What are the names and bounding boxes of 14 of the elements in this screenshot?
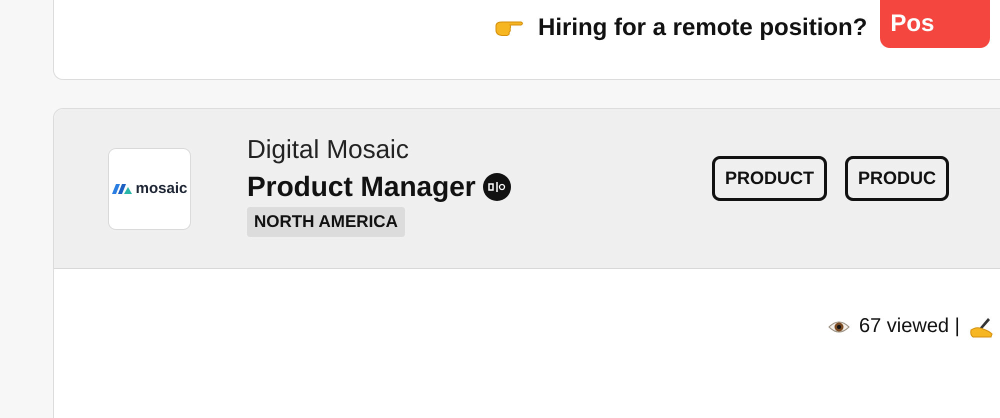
view-count: 67 viewed | (859, 315, 960, 338)
logo-mark-icon (112, 184, 132, 194)
post-job-button[interactable]: Pos (880, 0, 990, 48)
company-logo[interactable]: mosaic (108, 148, 191, 230)
hiring-prompt: Hiring for a remote position? (538, 14, 868, 42)
eye-icon (828, 320, 850, 334)
job-title[interactable]: Product Manager (247, 171, 476, 203)
category-tag[interactable]: PRODUC (845, 156, 950, 201)
region-tag[interactable]: NORTH AMERICA (247, 207, 405, 237)
company-name: Digital Mosaic (247, 134, 409, 165)
logo-wordmark: mosaic (136, 180, 188, 197)
category-tag[interactable]: PRODUCT (712, 156, 827, 201)
writing-hand-icon (968, 316, 993, 338)
badge-icon (482, 173, 511, 201)
